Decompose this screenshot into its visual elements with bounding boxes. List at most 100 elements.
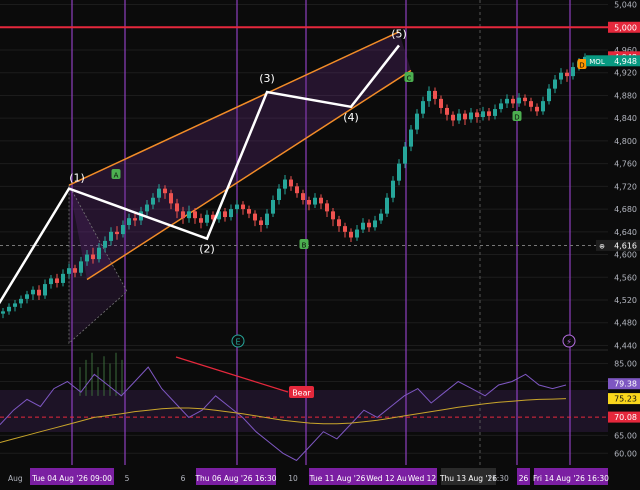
candle-body — [61, 273, 65, 283]
osc-value-tag-label: 70.08 — [614, 413, 637, 422]
time-label: 26 — [519, 474, 529, 483]
trading-chart[interactable]: (1)(2)(3)(4)(5) ABCDDE ⚡ Bear 5,0404,9604… — [0, 0, 640, 490]
candle-body — [253, 213, 257, 221]
candle-body — [193, 211, 197, 219]
price-tick-label: 4,600 — [614, 251, 637, 260]
time-label: Fri 14 Aug '26 16:30 — [533, 474, 609, 483]
osc-value-tag-label: 79.38 — [614, 380, 637, 389]
candle-body — [235, 204, 239, 210]
bear-badge-label: Bear — [292, 389, 311, 398]
price-tick-label: 4,800 — [614, 137, 637, 146]
candle-body — [409, 129, 413, 147]
candle-body — [421, 101, 425, 114]
price-tick-label: 4,840 — [614, 114, 637, 123]
candle-body — [271, 200, 275, 214]
time-label: 11:30 — [487, 474, 509, 483]
candle-body — [277, 188, 281, 200]
price-tag-label: 5,000 — [614, 23, 637, 32]
time-label: 6 — [181, 474, 186, 483]
candle-body — [553, 79, 557, 89]
time-label: Tue 04 Aug '26 09:00 — [31, 474, 112, 483]
candle-body — [1, 311, 5, 314]
price-tick-label: 4,720 — [614, 182, 637, 191]
candle-body — [415, 113, 419, 130]
price-tick-label: 5,040 — [614, 1, 637, 10]
event-marker-label: ⚡ — [566, 338, 572, 347]
candle-body — [199, 218, 203, 223]
price-tag-label: 4,616 — [614, 241, 637, 250]
candle-body — [373, 220, 377, 228]
candle-body — [289, 179, 293, 187]
candle-body — [67, 268, 71, 274]
candle-body — [109, 231, 113, 241]
pattern-marker-label: B — [302, 242, 307, 250]
candle-body — [247, 209, 251, 214]
candle-body — [151, 197, 155, 205]
candle-body — [487, 111, 491, 116]
price-tick-label: 4,920 — [614, 69, 637, 78]
candle-body — [313, 197, 317, 205]
osc-tick-label: 65.00 — [614, 431, 637, 440]
candle-body — [493, 109, 497, 116]
candle-body — [259, 220, 263, 225]
candle-body — [529, 101, 533, 107]
candle-body — [175, 203, 179, 212]
candle-body — [103, 240, 107, 248]
candle-body — [241, 204, 245, 210]
price-tag-prefix-label: ⊕ — [599, 242, 605, 250]
candle-body — [301, 193, 305, 200]
candle-body — [457, 113, 461, 121]
time-label: Tue 11 Aug '26 — [309, 474, 366, 483]
candle-body — [85, 254, 89, 262]
candle-body — [205, 214, 209, 223]
candle-body — [49, 278, 53, 285]
candle-body — [97, 247, 101, 260]
candle-body — [121, 225, 125, 235]
candle-body — [325, 203, 329, 212]
price-tick-label: 4,480 — [614, 319, 637, 328]
candle-body — [349, 231, 353, 238]
candle-body — [331, 211, 335, 220]
price-tag-label: 4,948 — [614, 57, 637, 66]
candle-body — [361, 222, 365, 230]
candle-body — [43, 284, 47, 296]
candle-body — [433, 90, 437, 99]
candle-body — [439, 98, 443, 108]
candle-body — [397, 163, 401, 181]
candle-body — [499, 103, 503, 110]
event-marker-label: E — [235, 338, 240, 347]
candle-body — [127, 218, 131, 225]
wave-label: (2) — [199, 243, 215, 256]
candle-body — [295, 186, 299, 194]
candle-body — [115, 231, 119, 235]
candle-body — [541, 101, 545, 112]
candle-body — [337, 219, 341, 227]
price-tick-label: 4,560 — [614, 273, 637, 282]
candle-body — [511, 98, 515, 104]
candle-body — [517, 97, 521, 104]
candle-body — [523, 97, 527, 102]
candle-body — [391, 180, 395, 198]
candle-body — [145, 204, 149, 212]
time-label: Wed 12 Au — [366, 474, 407, 483]
candle-body — [427, 90, 431, 102]
candle-body — [187, 211, 191, 219]
osc-tick-label: 60.00 — [614, 449, 637, 458]
candle-body — [385, 197, 389, 214]
wave-label: (3) — [259, 72, 275, 85]
candle-body — [223, 211, 227, 218]
price-tick-label: 4,440 — [614, 341, 637, 350]
candle-body — [157, 188, 161, 198]
time-axis[interactable]: Aug Tue 04 Aug '26 09:00 5 6 Thu 06 Aug '26 … — [0, 465, 640, 490]
candle-body — [445, 107, 449, 115]
candle-body — [319, 197, 323, 204]
pattern-marker-label: C — [407, 75, 412, 83]
pattern-marker-label: D — [579, 62, 584, 70]
candle-body — [403, 146, 407, 164]
candle-body — [307, 200, 311, 205]
osc-tick-label: 85.00 — [614, 359, 637, 368]
candle-body — [565, 72, 569, 77]
candle-body — [79, 261, 83, 273]
time-label: Aug — [8, 474, 23, 483]
candle-body — [91, 254, 95, 260]
